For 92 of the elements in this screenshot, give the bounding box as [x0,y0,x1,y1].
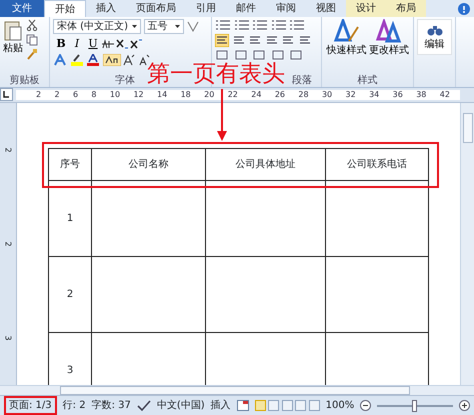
ruler-number: 28 [298,89,309,101]
dropdown-arrow-icon [174,25,180,28]
ruler-number: 18 [180,89,191,101]
font-size-value: 五号 [148,20,168,34]
ribbon-tab[interactable]: 审阅 [266,0,306,17]
zoom-slider-thumb[interactable] [412,400,418,412]
line-number[interactable]: 行: 2 [62,398,86,413]
ruler-number: 3 [3,335,14,341]
word-count[interactable]: 字数: 37 [92,398,131,413]
spell-check-icon[interactable] [136,400,151,412]
row-number: 2 [48,256,92,332]
strikethrough-icon[interactable] [101,38,115,50]
zoom-out-icon[interactable] [360,400,372,411]
ruler-number: 2 [54,89,60,101]
page-count[interactable]: 页面: 1/3 [4,396,57,415]
ruler-number: 26 [274,89,285,101]
letter-brush-icon [333,19,360,43]
superscript-icon[interactable] [129,38,143,50]
table-header-cell: 序号 [48,148,92,180]
format-button[interactable]: I [69,36,85,52]
styles-button[interactable]: 快速样式 [326,19,366,58]
dropdown-arrow-icon [132,25,137,28]
vertical-scrollbar[interactable] [460,103,474,385]
table-header-cell: 公司联系电话 [326,148,428,180]
group-label: 样式 [356,74,378,87]
font-size-dropdown[interactable]: 五号 [144,19,184,34]
row-number: 1 [48,180,92,256]
ribbon-tab[interactable]: 文件 [0,0,44,17]
ruler-number: 6 [72,89,78,101]
format-button[interactable]: B [53,36,69,52]
ruler-number: 10 [110,89,120,101]
group-label: 剪贴板 [8,74,40,87]
ribbon-tab[interactable]: 布局 [386,0,426,17]
format-button[interactable]: U [85,36,101,52]
scroll-thumb[interactable] [60,386,410,395]
highlighter-icon[interactable] [70,54,84,66]
ruler-number: 2 [36,89,42,101]
clipboard-icon [4,19,22,41]
table-header-cell: 公司具体地址 [206,148,326,180]
ruler-number: 36 [392,89,403,101]
zoom-in-icon[interactable] [459,400,470,411]
change-case-icon[interactable] [102,54,120,66]
editing-button[interactable]: 编辑 [417,19,452,55]
grow-font-icon[interactable] [123,54,135,66]
double-letter-icon [376,19,402,43]
subscript-icon[interactable] [115,38,129,50]
horizontal-scrollbar[interactable] [0,385,474,395]
macro-icon[interactable] [236,400,249,411]
font-color-icon[interactable] [86,54,100,66]
annotation-text: 第一页有表头 [147,60,285,88]
ribbon-tab[interactable]: 引用 [186,0,226,17]
horizontal-ruler[interactable]: 2 2 6 8 10 12 14 18 20 22 24 26 28 30 32 34 36 38 42 [16,90,460,100]
ruler-number: 20 [204,89,214,101]
scroll-thumb-icon [462,113,472,143]
font-name-value: 宋体 (中文正文) [57,20,129,34]
styles-button[interactable]: 更改样式 [368,19,409,58]
bullets-icon[interactable] [215,19,231,31]
copy-icon[interactable] [26,34,38,46]
brush-icon[interactable] [26,48,38,60]
group-label: 字体 [114,74,136,87]
ribbon-tab[interactable]: 邮件 [226,0,266,17]
ruler-number: 34 [369,89,380,101]
shrink-font-icon[interactable] [138,54,150,66]
ruler-number: 24 [251,89,262,101]
ruler-number: 2 [3,147,14,153]
ruler-number: 30 [322,89,332,101]
language-indicator[interactable]: 中文(中国) [156,398,205,413]
zoom-percent[interactable]: 100% [326,398,354,413]
ribbon-tab[interactable]: 插入 [86,0,126,17]
annotation-arrow [217,89,227,141]
ribbon-tab[interactable]: 视图 [306,0,346,17]
align-left-icon[interactable] [215,34,229,46]
ruler-number: 32 [346,89,356,101]
tab-selector-icon[interactable] [0,88,13,102]
ruler-number: 2 [3,241,14,247]
text-effect-icon[interactable] [53,54,67,66]
ruler-number: 38 [416,89,426,101]
scissors-icon[interactable] [26,19,38,31]
ribbon-tab[interactable]: 开始 [44,0,86,17]
group-label: 段落 [291,74,313,87]
ruler-number: 14 [157,89,168,101]
table-header-cell: 公司名称 [92,148,206,180]
ruler-number: 8 [91,89,96,101]
ribbon-tab[interactable]: 设计 [346,0,386,17]
ribbon-tab[interactable]: 页面布局 [126,0,186,17]
font-name-dropdown[interactable]: 宋体 (中文正文) [53,19,141,34]
insert-mode[interactable]: 插入 [210,398,231,413]
ruler-number: 22 [228,89,238,101]
help-icon[interactable] [458,2,470,14]
ruler-number: 12 [133,89,144,101]
paste-button[interactable]: 粘贴 [3,19,23,60]
ruler-number: 42 [440,89,450,101]
